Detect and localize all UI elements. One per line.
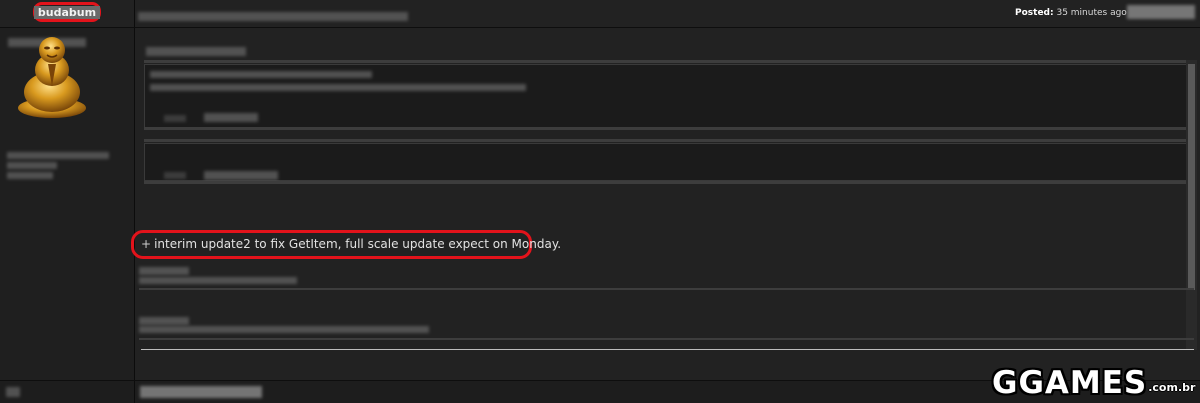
redacted-next-title [140,386,262,398]
message-text: interim update2 to fix GetItem, full sca… [154,237,562,251]
redacted-quote-header [146,47,246,56]
logo-sub-text: .com.br [1148,381,1196,394]
redacted-code-line-3b [204,113,258,122]
redacted-user-stat-3 [7,172,53,179]
redacted-user-stat-1 [7,152,109,159]
redacted-code-line-2 [150,84,526,91]
redacted-code-line-1 [150,71,372,78]
redacted-title [138,12,408,21]
redacted-code-line-4b [204,171,278,180]
ggames-logo: GGAMES .com.br [992,361,1196,401]
redacted-post-actions[interactable] [1127,5,1195,19]
redacted-code-line-4a [164,172,186,179]
posted-time: 35 minutes ago [1056,8,1127,18]
redacted-text-1 [139,267,189,275]
redacted-text-4 [139,326,429,333]
message-prefix: + [141,237,152,251]
code-divider-3 [144,181,1194,184]
section-divider-2 [139,338,1194,340]
posted-label: Posted: [1015,8,1054,18]
post-timestamp: Posted: 35 minutes ago [1015,8,1127,18]
username[interactable]: budabum [33,5,101,19]
code-divider-1 [144,127,1194,130]
redacted-text-2 [139,277,297,284]
logo-main-text: GGAMES [992,365,1148,401]
scrollbar-thumb[interactable] [1188,64,1195,290]
redacted-code-line-3a [164,115,186,122]
redacted-text-3 [139,317,189,325]
redacted-user-stat-2 [7,162,57,169]
next-post-author-cell [0,381,135,403]
section-divider-1 [139,288,1194,290]
redacted-next-author [6,387,20,397]
quote-divider [144,60,1194,63]
post-message: + interim update2 to fix GetItem, full sc… [141,237,561,251]
signature-divider [141,349,1194,350]
code-divider-2 [144,139,1194,142]
code-block-2 [144,143,1189,181]
avatar [18,37,86,118]
username-highlight[interactable]: budabum [33,2,101,22]
